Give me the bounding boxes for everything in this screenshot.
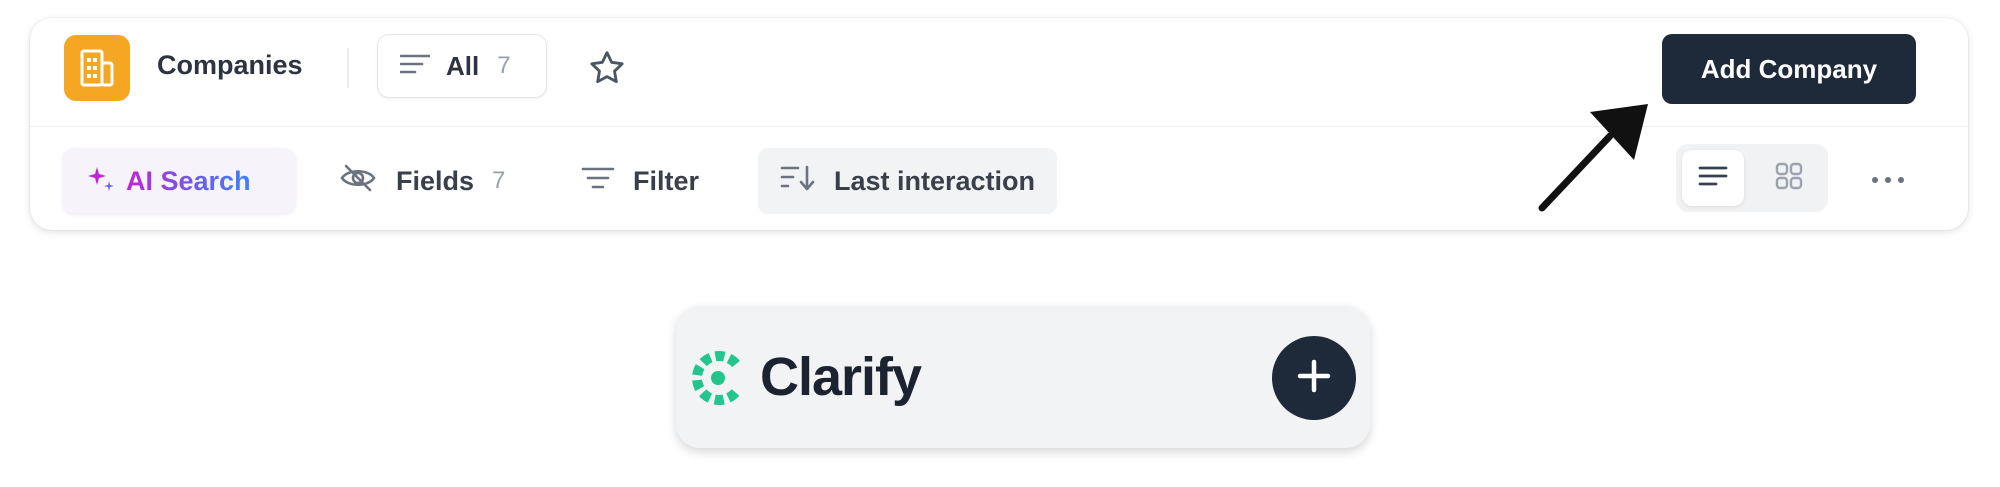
view-selector-count: 7 (497, 52, 511, 79)
fields-count: 7 (492, 167, 506, 194)
list-lines-icon (399, 52, 431, 81)
view-selector-label: All (446, 50, 480, 81)
brand-name: Clarify (760, 347, 922, 407)
sort-descending-icon (780, 164, 834, 199)
view-selector-button[interactable]: All 7 (377, 34, 547, 98)
header-row: Companies All 7 Add Company (30, 18, 1968, 127)
page-title: Companies (157, 50, 303, 80)
brand-card: Clarify (676, 306, 1370, 448)
clarify-logo-icon (690, 350, 746, 406)
filter-label: Filter (633, 165, 700, 196)
grid-view-icon (1775, 162, 1803, 195)
more-options-icon[interactable] (1868, 162, 1908, 198)
filter-icon (581, 165, 633, 198)
view-mode-toggle (1676, 144, 1828, 212)
pointer-arrow-icon (1530, 96, 1650, 221)
toolbar-row: AI Search Fields 7 Filter Last interacti… (30, 126, 1968, 230)
sort-button[interactable]: Last interaction (758, 148, 1058, 214)
add-company-button[interactable]: Add Company (1662, 34, 1916, 104)
filter-button[interactable]: Filter (581, 148, 699, 214)
sort-label: Last interaction (834, 165, 1036, 196)
eye-off-icon (338, 163, 396, 200)
favorite-star-icon[interactable] (587, 48, 627, 88)
list-view-icon (1698, 164, 1728, 193)
sparkle-icon (86, 164, 116, 199)
building-icon (64, 35, 130, 101)
add-button[interactable] (1272, 336, 1356, 420)
ai-search-button[interactable]: AI Search (62, 148, 296, 214)
ai-search-label: AI Search (126, 165, 251, 196)
fields-label: Fields (396, 165, 475, 196)
list-view-button[interactable] (1682, 150, 1744, 206)
plus-icon (1296, 358, 1332, 399)
grid-view-button[interactable] (1758, 150, 1820, 206)
companies-header-panel: Companies All 7 Add Company AI Search Fi… (30, 18, 1968, 230)
fields-button[interactable]: Fields 7 (338, 148, 505, 214)
header-divider (347, 48, 349, 88)
